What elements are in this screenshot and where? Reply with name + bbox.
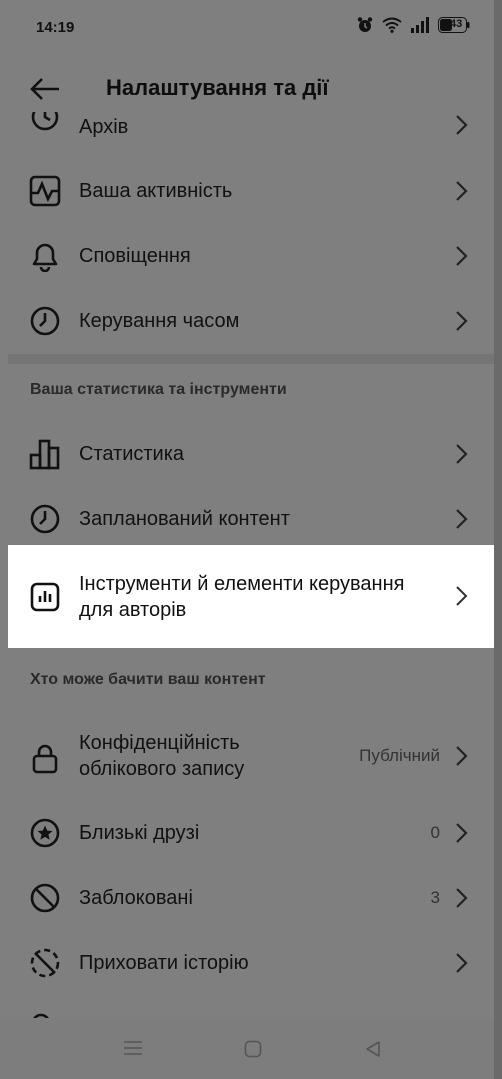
menu-item-label: Заблоковані	[79, 887, 193, 909]
chevron-right-icon	[454, 245, 468, 267]
back-nav-icon[interactable]	[364, 1040, 382, 1058]
menu-item-label: Керування часом	[79, 310, 240, 332]
chevron-right-icon	[454, 114, 468, 136]
menu-item-label: Запланований контент	[79, 508, 290, 530]
menu-item-partial	[0, 1006, 494, 1018]
menu-item-statistics[interactable]: Статистика	[0, 423, 494, 485]
section-title-visibility: Хто може бачити ваш контент	[30, 671, 266, 688]
chevron-right-icon	[454, 180, 468, 202]
creator-tools-icon	[28, 580, 62, 614]
menu-item-label: Близькі друзі	[79, 822, 200, 844]
chevron-right-icon	[454, 443, 468, 465]
chevron-right-icon	[454, 822, 468, 844]
menu-item-blocked[interactable]: Заблоковані 3	[0, 867, 494, 929]
menu-item-label: Архів	[79, 116, 129, 138]
menu-item-label-line1: Конфіденційність	[79, 732, 240, 754]
wifi-icon	[382, 17, 402, 33]
activity-icon	[28, 174, 62, 208]
menu-item-label-line2: для авторів	[79, 599, 187, 621]
header: Налаштування та дії	[0, 58, 502, 120]
page-title: Налаштування та дії	[106, 75, 329, 100]
status-icons: 43	[356, 16, 470, 34]
menu-item-archive[interactable]: Архів	[0, 112, 494, 146]
lock-icon	[28, 741, 62, 775]
close-friends-count: 0	[430, 823, 440, 842]
bell-icon	[28, 239, 62, 273]
chevron-right-icon	[454, 310, 468, 332]
menu-item-label: Ваша активність	[79, 180, 233, 202]
menu-item-label-line1: Інструменти й елементи керування	[79, 573, 405, 595]
clock-icon	[28, 502, 62, 536]
status-bar: 14:19 43	[0, 0, 502, 58]
back-arrow-icon[interactable]	[28, 72, 62, 106]
battery-level: 43	[450, 18, 463, 30]
chevron-right-icon	[454, 952, 468, 974]
section-divider	[8, 354, 494, 364]
partial-icon	[28, 1010, 62, 1018]
menu-nav-icon[interactable]	[123, 1040, 143, 1056]
star-circle-icon	[28, 816, 62, 850]
signal-icon	[410, 17, 430, 33]
system-nav-bar	[0, 1018, 502, 1079]
hide-story-icon	[28, 946, 62, 980]
blocked-count: 3	[430, 888, 440, 907]
menu-item-activity[interactable]: Ваша активність	[0, 160, 494, 222]
menu-item-scheduled-content[interactable]: Запланований контент	[0, 488, 494, 550]
chevron-right-icon	[454, 585, 468, 607]
menu-item-account-privacy[interactable]: Конфіденційність облікового запису Публі…	[0, 720, 494, 796]
menu-item-close-friends[interactable]: Близькі друзі 0	[0, 802, 494, 864]
menu-item-time-management[interactable]: Керування часом	[0, 290, 494, 352]
blocked-icon	[28, 881, 62, 915]
alarm-icon	[356, 16, 374, 34]
section-title-tools: Ваша статистика та інструменти	[30, 381, 287, 398]
home-nav-icon[interactable]	[244, 1040, 262, 1058]
chevron-right-icon	[454, 508, 468, 530]
menu-item-label: Приховати історію	[79, 952, 249, 974]
privacy-value: Публічний	[359, 746, 440, 765]
menu-item-notifications[interactable]: Сповіщення	[0, 225, 494, 287]
battery-icon: 43	[438, 17, 470, 33]
menu-item-label: Статистика	[79, 443, 185, 465]
menu-item-creator-tools[interactable]: Інструменти й елементи керування для авт…	[0, 545, 494, 648]
status-time: 14:19	[36, 19, 75, 36]
archive-icon	[28, 112, 62, 134]
chevron-right-icon	[454, 745, 468, 767]
menu-item-label-line2: облікового запису	[79, 758, 245, 780]
chevron-right-icon	[454, 887, 468, 909]
clock-icon	[28, 304, 62, 338]
bar-chart-icon	[28, 437, 62, 471]
menu-item-hide-story[interactable]: Приховати історію	[0, 932, 494, 994]
menu-item-label: Сповіщення	[79, 245, 191, 267]
scrollbar[interactable]	[494, 0, 502, 1079]
